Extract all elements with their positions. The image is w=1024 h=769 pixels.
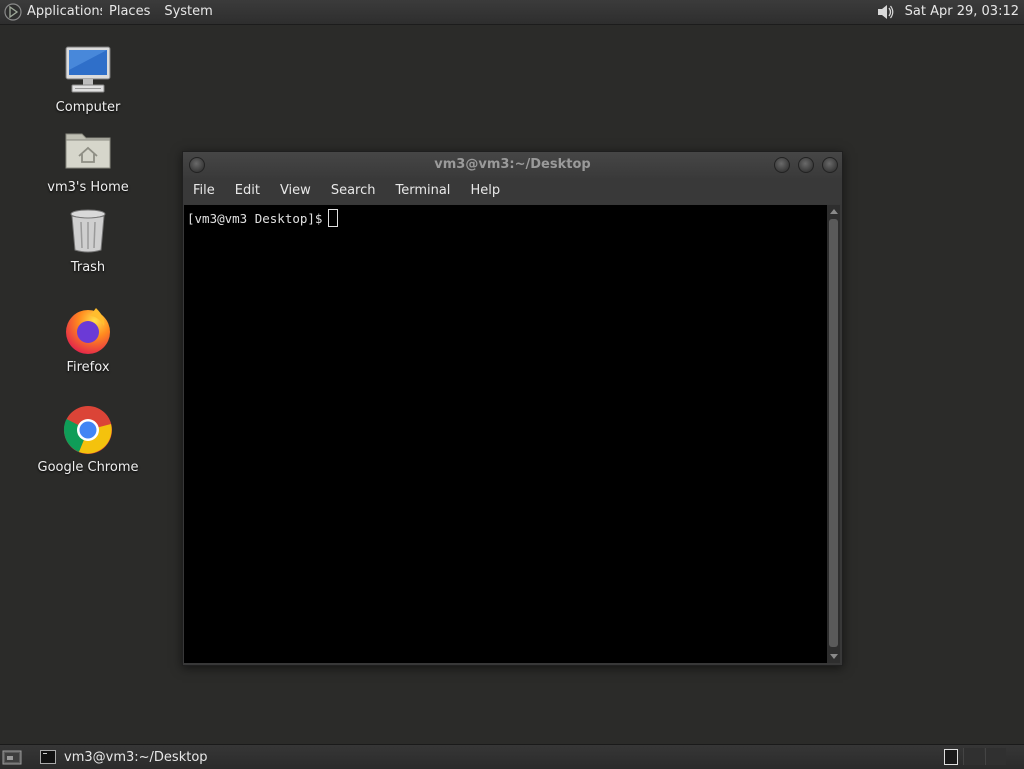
firefox-icon bbox=[66, 308, 110, 354]
desktop-icon-firefox[interactable]: Firefox bbox=[33, 304, 143, 375]
volume-icon[interactable] bbox=[875, 2, 895, 22]
scroll-down-arrow-icon[interactable] bbox=[830, 654, 838, 659]
desktop-icon-home[interactable]: vm3's Home bbox=[33, 124, 143, 195]
desktop-icon-trash[interactable]: Trash bbox=[33, 204, 143, 275]
top-panel: Applications Places System Sat Apr 29, 0… bbox=[0, 0, 1024, 25]
window-titlebar[interactable]: vm3@vm3:~/Desktop bbox=[183, 152, 842, 178]
menu-terminal[interactable]: Terminal bbox=[385, 178, 460, 204]
terminal-app-icon bbox=[40, 750, 56, 764]
menu-view[interactable]: View bbox=[270, 178, 321, 204]
prompt-line: [vm3@vm3 Desktop]$ bbox=[187, 209, 339, 227]
text-cursor bbox=[328, 209, 339, 227]
top-panel-status: Sat Apr 29, 03:12 bbox=[875, 0, 1020, 24]
taskbar-terminal-label: vm3@vm3:~/Desktop bbox=[64, 749, 208, 765]
places-menu[interactable]: Places bbox=[102, 0, 157, 24]
clock[interactable]: Sat Apr 29, 03:12 bbox=[895, 0, 1020, 24]
top-panel-menus: Applications Places System bbox=[4, 0, 220, 24]
home-folder-icon bbox=[65, 133, 111, 169]
desktop-icon-label: vm3's Home bbox=[47, 180, 129, 195]
desktop-icon-chrome[interactable]: Google Chrome bbox=[33, 404, 143, 475]
desktop-icon-label: Trash bbox=[70, 260, 106, 275]
workspace-1[interactable] bbox=[944, 749, 958, 765]
menu-edit[interactable]: Edit bbox=[225, 178, 270, 204]
terminal-prompt: [vm3@vm3 Desktop]$ bbox=[187, 210, 323, 226]
terminal-menubar: File Edit View Search Terminal Help bbox=[183, 178, 842, 204]
workspace-2[interactable] bbox=[963, 748, 984, 765]
menu-file[interactable]: File bbox=[183, 178, 225, 204]
window-title: vm3@vm3:~/Desktop bbox=[434, 157, 591, 172]
menu-help[interactable]: Help bbox=[460, 178, 510, 204]
scrollbar-thumb[interactable] bbox=[829, 219, 838, 647]
terminal-window: vm3@vm3:~/Desktop File Edit View Search … bbox=[182, 151, 843, 666]
terminal-body[interactable]: [vm3@vm3 Desktop]$ bbox=[184, 205, 827, 663]
close-button[interactable] bbox=[822, 157, 838, 173]
applications-menu[interactable]: Applications bbox=[22, 0, 102, 24]
workspace-3[interactable] bbox=[985, 748, 1006, 765]
bottom-panel: vm3@vm3:~/Desktop bbox=[0, 744, 1024, 769]
computer-icon bbox=[65, 46, 111, 93]
minimize-button[interactable] bbox=[774, 157, 790, 173]
system-menu[interactable]: System bbox=[157, 0, 219, 24]
chrome-icon bbox=[63, 406, 112, 454]
maximize-button[interactable] bbox=[798, 157, 814, 173]
show-desktop-icon[interactable] bbox=[2, 748, 22, 766]
desktop-icon-label: Computer bbox=[55, 100, 121, 115]
menu-search[interactable]: Search bbox=[321, 178, 386, 204]
terminal-scrollbar[interactable] bbox=[827, 205, 840, 663]
scroll-up-arrow-icon[interactable] bbox=[830, 209, 838, 214]
app-menu-logo-icon[interactable] bbox=[4, 3, 22, 21]
trash-icon bbox=[70, 209, 106, 253]
desktop-icon-label: Google Chrome bbox=[37, 460, 139, 475]
desktop-icon-label: Firefox bbox=[66, 360, 110, 375]
desktop-icon-computer[interactable]: Computer bbox=[33, 44, 143, 115]
taskbar-terminal-button[interactable]: vm3@vm3:~/Desktop bbox=[36, 746, 336, 768]
